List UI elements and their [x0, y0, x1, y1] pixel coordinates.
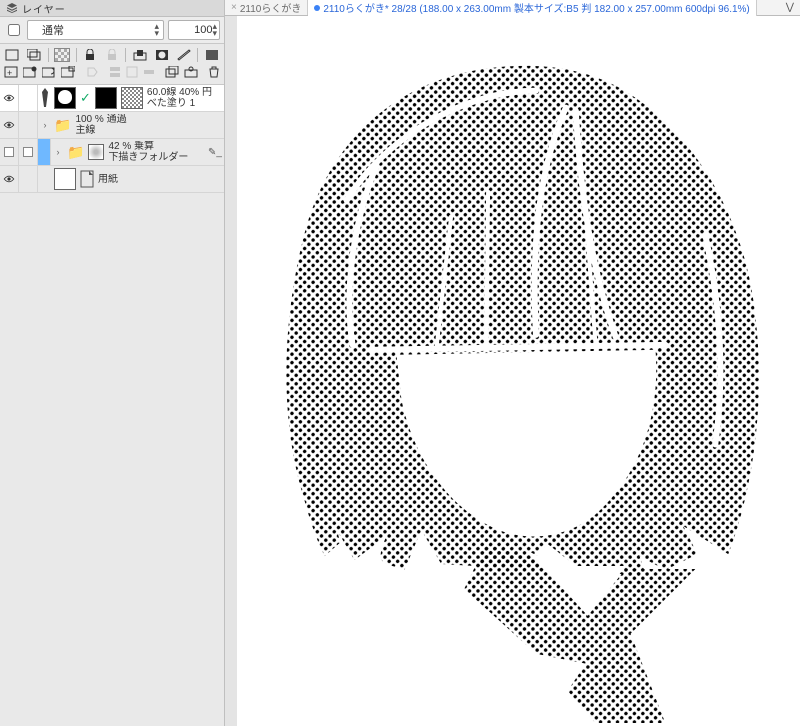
new-vector-button[interactable]	[23, 64, 37, 79]
layer-tool-rows: +	[0, 44, 224, 85]
blend-mode-value: 通常	[42, 22, 64, 38]
layer-list: ✓ 60.0線 40% 円 べた塗り 1 › 📁 100 % 通過 主線	[0, 85, 224, 193]
layer-tone[interactable]: ✓ 60.0線 40% 円 べた塗り 1	[0, 85, 224, 112]
transfer-button[interactable]	[85, 64, 99, 79]
lock-alpha-button[interactable]	[104, 47, 121, 62]
layer-mask-thumb	[95, 87, 117, 109]
folder-icon: 📁	[54, 117, 71, 134]
empty-eye-icon	[4, 147, 14, 157]
separator	[76, 48, 77, 62]
layer-line1: 60.0線 40% 円	[147, 87, 212, 98]
layer-label: 42 % 乗算 下描きフォルダー	[108, 141, 188, 163]
layer-color-tag[interactable]	[38, 139, 51, 165]
visibility-toggle[interactable]	[0, 166, 19, 192]
combine-button[interactable]	[165, 64, 179, 79]
check-icon: ✓	[80, 90, 91, 106]
canvas-drawing	[237, 16, 800, 723]
ruler-button[interactable]	[175, 47, 192, 62]
eye-icon	[3, 175, 15, 183]
new-button[interactable]	[4, 47, 21, 62]
opacity-field[interactable]: 100 ▴▾	[168, 20, 220, 40]
lock-toggle[interactable]	[19, 112, 38, 138]
separator	[197, 48, 198, 62]
layer-line2: 主線	[75, 125, 126, 136]
layer-panel: レイヤー 通常 ▴▾ 100 ▴▾ +	[0, 0, 225, 726]
layer-line2: 用紙	[98, 174, 118, 185]
panel-title: レイヤー	[22, 1, 66, 16]
merge-visible-button[interactable]	[126, 64, 138, 79]
tab-label: 2110らくがき	[240, 0, 302, 15]
svg-text:+: +	[7, 68, 12, 78]
disclosure-icon[interactable]: ›	[40, 120, 50, 130]
canvas[interactable]	[237, 16, 800, 726]
layer-thumb	[88, 144, 104, 160]
new-raster-button[interactable]: +	[4, 64, 18, 79]
pen-icon	[40, 87, 50, 109]
layer-line2: 下描きフォルダー	[108, 152, 188, 163]
checker-button[interactable]	[54, 47, 71, 62]
layer-label: 用紙	[98, 174, 118, 185]
lock-toggle[interactable]	[19, 85, 38, 111]
clip-mask-button[interactable]	[131, 47, 148, 62]
layer-color-button[interactable]	[203, 47, 220, 62]
layer-paper[interactable]: 用紙	[0, 166, 224, 193]
tool-row-2: +	[2, 63, 222, 80]
mask-button[interactable]	[153, 47, 170, 62]
new-ref-button[interactable]	[42, 64, 56, 79]
panel-title-bar: レイヤー	[0, 0, 224, 17]
layer-thumb	[54, 168, 76, 190]
layer-line1: 42 % 乗算	[108, 141, 188, 152]
draft-icon: ✎_	[208, 147, 222, 158]
document-tab-inactive[interactable]: × 2110らくがき	[225, 0, 308, 15]
blend-opacity-row: 通常 ▴▾ 100 ▴▾	[0, 17, 224, 44]
opacity-value: 100	[194, 24, 212, 36]
layer-label: 100 % 通過 主線	[75, 114, 126, 136]
visibility-toggle[interactable]	[0, 139, 19, 165]
paper-icon	[80, 170, 94, 188]
chevron-updown-icon: ▴▾	[154, 23, 159, 37]
eye-icon	[3, 121, 15, 129]
new-two-button[interactable]	[26, 47, 43, 62]
visibility-toggle[interactable]	[0, 112, 19, 138]
folder-icon: 📁	[67, 144, 84, 161]
trash-button[interactable]	[208, 64, 220, 79]
tone-thumb	[121, 87, 143, 109]
tab-label: 2110らくがき* 28/28 (188.00 x 263.00mm 製本サイズ…	[323, 0, 749, 15]
new-frame-button[interactable]	[61, 64, 75, 79]
unsaved-dot-icon	[314, 5, 320, 11]
tab-overflow-icon[interactable]: ⋁	[780, 2, 800, 13]
separator	[125, 48, 126, 62]
layer-line2: べた塗り 1	[147, 98, 212, 109]
layer-folder-shitagaki[interactable]: › 📁 42 % 乗算 下描きフォルダー ✎_	[0, 139, 224, 166]
eye-icon	[3, 94, 15, 102]
canvas-area: × 2110らくがき 2110らくがき* 28/28 (188.00 x 263…	[225, 0, 800, 726]
layer-thumb	[54, 87, 76, 109]
lock-toggle[interactable]	[19, 139, 38, 165]
document-tab-bar: × 2110らくがき 2110らくがき* 28/28 (188.00 x 263…	[225, 0, 800, 16]
checker-icon	[54, 48, 70, 62]
empty-lock-icon	[23, 147, 33, 157]
close-icon[interactable]: ×	[231, 2, 237, 13]
flatten-button[interactable]	[143, 64, 155, 79]
light-table-button[interactable]	[184, 64, 198, 79]
chevron-updown-icon: ▴▾	[212, 23, 217, 37]
disclosure-icon[interactable]: ›	[53, 147, 63, 157]
layers-icon	[6, 3, 18, 13]
layer-folder-senga[interactable]: › 📁 100 % 通過 主線	[0, 112, 224, 139]
separator	[48, 48, 49, 62]
lock-toggle[interactable]	[19, 166, 38, 192]
tool-row-1	[2, 46, 222, 63]
merge-down-button[interactable]	[109, 64, 121, 79]
lock-button[interactable]	[82, 47, 99, 62]
visibility-toggle[interactable]	[0, 85, 19, 111]
blend-mode-select[interactable]: 通常 ▴▾	[27, 20, 164, 40]
layer-line1: 100 % 通過	[75, 114, 126, 125]
blend-check[interactable]	[8, 24, 20, 36]
layer-label: 60.0線 40% 円 べた塗り 1	[147, 87, 212, 109]
document-tab-active[interactable]: 2110らくがき* 28/28 (188.00 x 263.00mm 製本サイズ…	[308, 0, 756, 17]
